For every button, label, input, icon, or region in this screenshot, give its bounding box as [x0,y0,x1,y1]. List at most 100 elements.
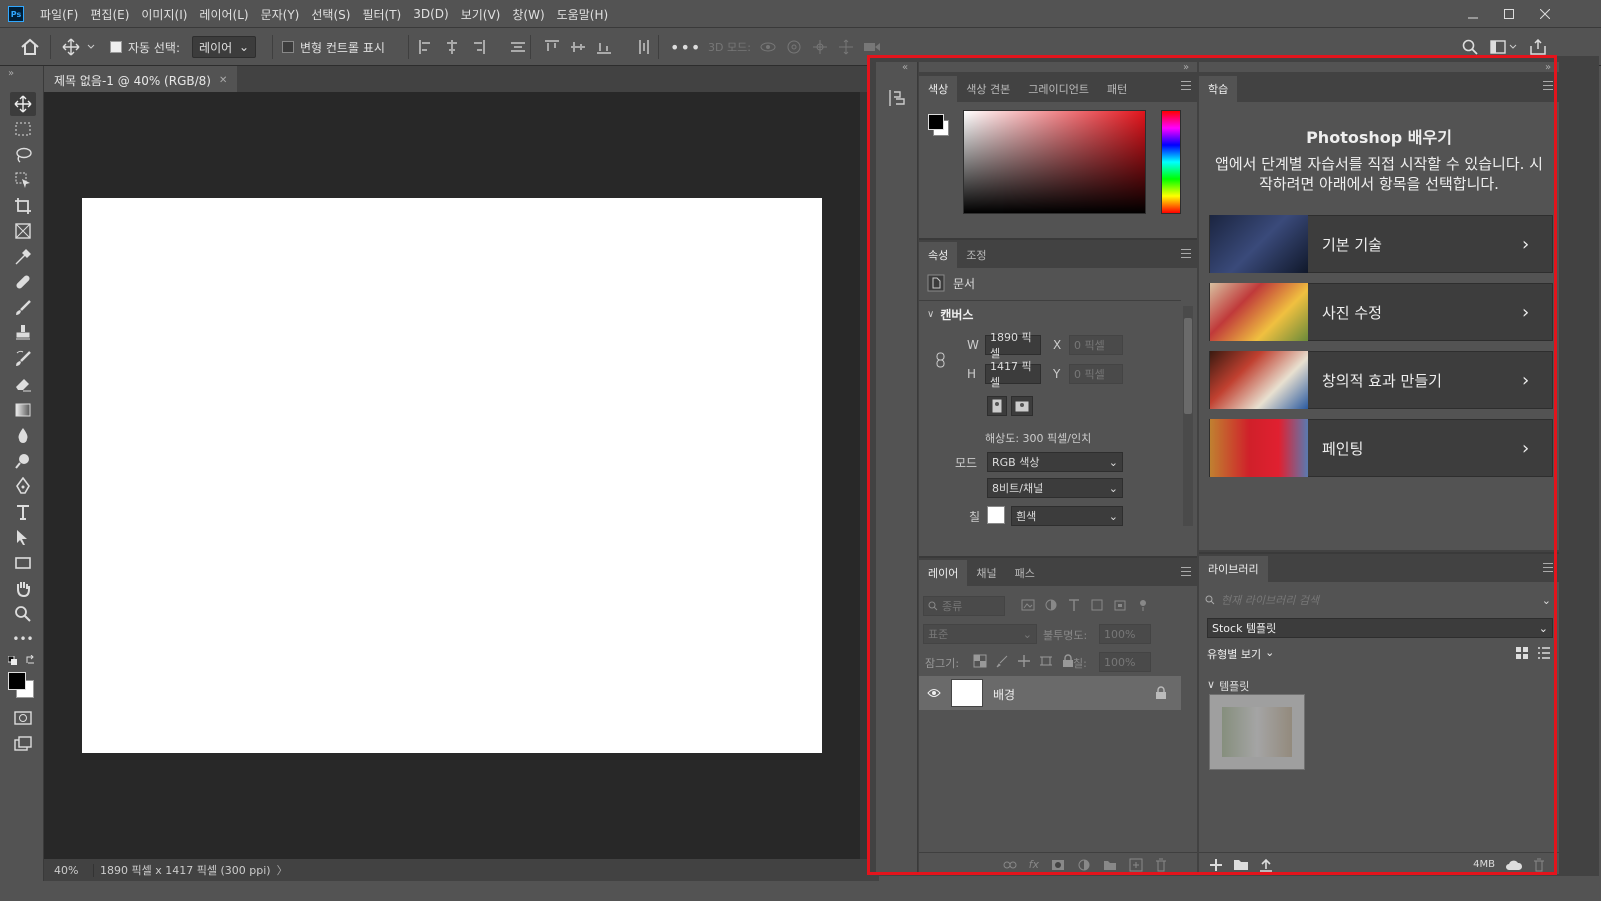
distribute-vertical-icon[interactable] [510,39,526,55]
brush-tool-icon[interactable] [10,296,36,320]
edit-toolbar-icon[interactable]: ••• [10,627,36,651]
align-horizontal-centers-icon[interactable] [444,39,460,55]
panel-menu-icon[interactable] [1181,81,1191,90]
3d-roll-icon[interactable] [785,39,803,55]
grid-view-icon[interactable] [1515,646,1529,660]
color-foreground-swatch[interactable] [928,114,944,130]
bit-depth-dropdown[interactable]: 8비트/채널 ⌄ [987,478,1123,498]
fill-dropdown[interactable]: 흰색 ⌄ [1011,506,1123,526]
path-selection-tool-icon[interactable] [10,525,36,549]
home-icon[interactable] [20,28,40,66]
auto-select-dropdown[interactable]: 레이어 ⌄ [192,36,257,58]
gradient-tool-icon[interactable] [10,398,36,422]
document-canvas[interactable] [82,198,822,753]
transform-controls-checkbox[interactable] [282,41,294,53]
3d-camera-icon[interactable] [863,39,881,55]
type-tool-icon[interactable] [10,500,36,524]
menu-type[interactable]: 문자(Y) [255,6,306,23]
close-tab-icon[interactable]: ✕ [219,75,227,86]
tab-swatches[interactable]: 색상 견본 [957,76,1019,102]
eyedropper-tool-icon[interactable] [10,245,36,269]
width-input[interactable]: 1890 픽셀 [985,331,1041,360]
document-tab[interactable]: 제목 없음-1 @ 40% (RGB/8) ✕ [44,66,238,92]
adjustment-layer-icon[interactable] [1077,858,1091,872]
minimize-icon[interactable] [1455,0,1491,28]
filter-toggle-icon[interactable] [1136,598,1150,612]
menu-filter[interactable]: 필터(T) [356,6,407,23]
library-select-dropdown[interactable]: Stock 템플릿 ⌄ [1207,618,1553,638]
eraser-tool-icon[interactable] [10,372,36,396]
tab-channels[interactable]: 채널 [967,560,1005,586]
height-input[interactable]: 1417 픽셀 [985,360,1041,389]
x-input[interactable]: 0 픽셀 [1069,335,1123,355]
hue-slider[interactable] [1161,110,1181,214]
tab-adjustments[interactable]: 조정 [957,242,995,268]
learn-item-painting[interactable]: 페인팅 › [1209,419,1553,477]
menu-help[interactable]: 도움말(H) [551,6,615,23]
crop-tool-icon[interactable] [10,194,36,218]
menu-view[interactable]: 보기(V) [455,6,507,23]
zoom-level[interactable]: 40% [44,863,94,877]
zoom-tool-icon[interactable] [10,602,36,626]
smart-object-filter-icon[interactable] [1113,598,1127,612]
color-field[interactable] [963,110,1146,214]
search-icon[interactable] [1462,39,1478,55]
menu-image[interactable]: 이미지(I) [135,6,193,23]
blend-mode-dropdown[interactable]: 표준 ⌄ [923,624,1037,644]
landscape-orientation-icon[interactable] [1011,396,1033,416]
adjustment-layer-filter-icon[interactable] [1044,598,1058,612]
new-group-icon[interactable] [1103,859,1117,871]
layer-filter-dropdown[interactable]: 종류 [923,596,1005,616]
auto-select-checkbox[interactable] [110,41,122,53]
object-selection-tool-icon[interactable] [10,168,36,192]
lock-artboard-icon[interactable] [1039,654,1053,668]
delete-icon[interactable] [1533,858,1545,872]
fill-opacity-input[interactable]: 100% [1099,652,1151,672]
healing-brush-tool-icon[interactable] [10,270,36,294]
3d-orbit-icon[interactable] [759,39,777,55]
chevron-right-icon[interactable]: 〉 [277,862,288,878]
foreground-color-swatch[interactable] [8,672,26,690]
default-colors-icon[interactable] [8,656,18,666]
delete-layer-icon[interactable] [1155,858,1167,872]
menu-3d[interactable]: 3D(D) [407,7,454,21]
upload-icon[interactable] [1259,858,1273,872]
y-input[interactable]: 0 픽셀 [1069,364,1123,384]
history-panel-icon[interactable] [887,88,907,108]
template-thumbnail[interactable] [1209,694,1305,770]
eye-icon[interactable] [927,688,941,698]
pen-tool-icon[interactable] [10,474,36,498]
maximize-icon[interactable] [1491,0,1527,28]
learn-item-photo-fix[interactable]: 사진 수정 › [1209,283,1553,341]
menu-edit[interactable]: 편집(E) [84,6,135,23]
add-icon[interactable] [1209,858,1223,872]
blur-tool-icon[interactable] [10,423,36,447]
type-layer-filter-icon[interactable] [1067,598,1081,612]
hand-tool-icon[interactable] [10,576,36,600]
move-tool-icon[interactable] [10,92,36,116]
lock-position-icon[interactable] [1017,654,1031,668]
more-options-icon[interactable]: ••• [670,28,701,66]
swap-colors-icon[interactable] [26,655,36,665]
lock-image-pixels-icon[interactable] [995,654,1009,668]
dodge-tool-icon[interactable] [10,449,36,473]
tab-patterns[interactable]: 패턴 [1098,76,1136,102]
library-search-field[interactable]: 현재 라이브러리 검색 ⌄ [1205,590,1551,610]
panel-menu-icon[interactable] [1543,81,1553,90]
properties-scrollbar[interactable] [1183,306,1193,526]
menu-window[interactable]: 창(W) [506,6,550,23]
learn-item-creative-effects[interactable]: 창의적 효과 만들기 › [1209,351,1553,409]
screen-mode-icon[interactable] [10,732,36,756]
frame-tool-icon[interactable] [10,219,36,243]
panel-menu-icon[interactable] [1181,567,1191,576]
3d-slide-icon[interactable] [837,39,855,55]
opacity-input[interactable]: 100% [1099,624,1151,644]
menu-layer[interactable]: 레이어(L) [193,6,254,23]
cloud-icon[interactable] [1505,859,1523,871]
layer-row[interactable]: 배경 [919,676,1181,710]
tab-gradients[interactable]: 그레이디언트 [1019,76,1098,102]
add-mask-icon[interactable] [1051,859,1065,871]
learn-item-basic-skills[interactable]: 기본 기술 › [1209,215,1553,273]
view-by-dropdown[interactable]: 유형별 보기 ⌄ [1207,646,1274,662]
menu-select[interactable]: 선택(S) [305,6,356,23]
